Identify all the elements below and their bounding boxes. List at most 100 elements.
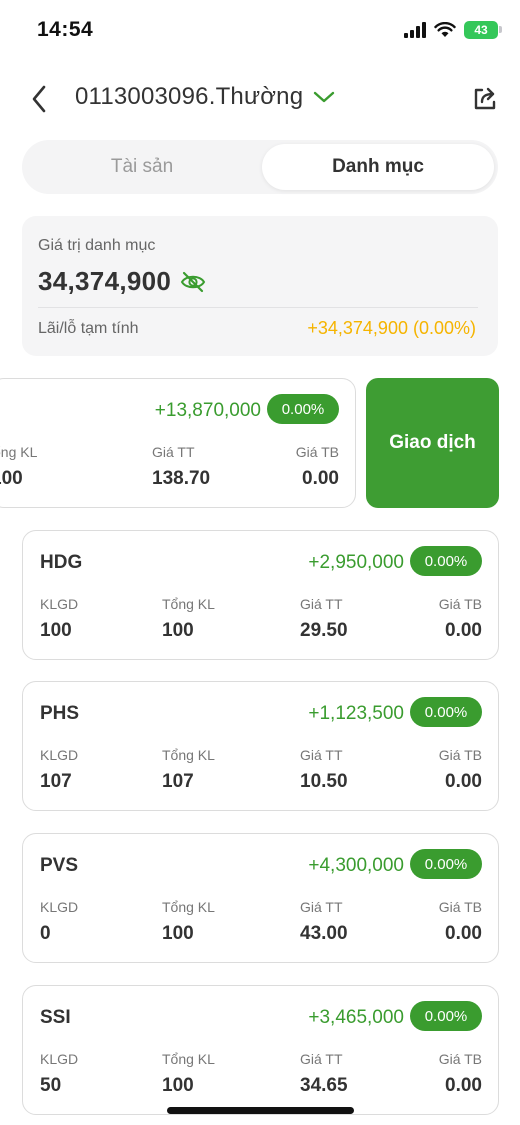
profit-loss-value: +34,374,900 (0.00%) [307,318,476,338]
holding-percent-badge: 0.00% [410,849,482,879]
avg-price-label: Giá TB [295,444,339,460]
total-qty-value: 100 [162,923,194,944]
klgd-label: KLGD [40,747,79,763]
avg-price-value: 0.00 [445,923,482,944]
holding-price-col: Giá TT 138.70 [152,444,210,490]
total-col: Tổng KL 107 [162,747,215,793]
status-icons: 43 [404,21,502,39]
klgd-value: 107 [40,771,72,792]
avg-price-value: 0.00 [445,1075,482,1096]
market-price-label: Giá TT [300,899,343,915]
account-title: 0113003096.Thường [75,83,304,110]
holding-total-col: ổng KL 100 [0,444,37,490]
holding-card[interactable]: SSI +3,465,000 0.00% KLGD 50 Tổng KL 100… [22,985,499,1115]
total-qty-label: ổng KL [0,444,38,460]
total-qty-label: Tổng KL [162,596,215,612]
chevron-down-icon [314,91,335,103]
account-selector[interactable]: 0113003096.Thường [75,83,335,111]
holding-percent-badge: 0.00% [410,546,482,576]
klgd-value: 0 [40,923,51,944]
avg-price-value: 0.00 [302,468,339,489]
share-icon [474,87,496,110]
holding-percent-badge: 0.00% [410,697,482,727]
holding-symbol: PVS [40,855,79,876]
klgd-label: KLGD [40,596,79,612]
chevron-left-icon [32,85,46,113]
market-price-value: 43.00 [300,923,348,944]
market-price-value: 138.70 [152,468,211,489]
total-col: Tổng KL 100 [162,1051,215,1097]
market-price-label: Giá TT [300,596,343,612]
holding-card[interactable]: PVS +4,300,000 0.00% KLGD 0 Tổng KL 100 … [22,833,499,963]
klgd-col: KLGD 50 [40,1051,78,1097]
holding-card[interactable]: PHS +1,123,500 0.00% KLGD 107 Tổng KL 10… [22,681,499,811]
avg-col: Giá TB 0.00 [439,747,482,793]
portfolio-summary-card: Giá trị danh mục 34,374,900 Lãi/lỗ tạm t… [22,216,498,356]
klgd-value: 100 [40,620,72,641]
summary-divider [38,307,478,308]
total-qty-value: 100 [162,1075,194,1096]
segmented-tabs: Tài sản Danh mục [22,140,498,194]
market-price-value: 10.50 [300,771,348,792]
total-qty-value: 100 [162,620,194,641]
holding-gain: +13,870,000 [154,400,261,421]
holding-gain: +3,465,000 [308,1007,404,1028]
holding-card-swiped[interactable]: +13,870,000 0.00% ổng KL 100 Giá TT 138.… [0,378,356,508]
status-time: 14:54 [37,18,94,41]
holding-symbol: SSI [40,1007,71,1028]
avg-price-label: Giá TB [438,1051,482,1067]
holding-symbol: HDG [40,552,83,573]
klgd-col: KLGD 0 [40,899,78,945]
avg-col: Giá TB 0.00 [439,596,482,642]
avg-price-value: 0.00 [445,620,482,641]
status-bar: 14:54 43 [0,0,520,62]
price-col: Giá TT 10.50 [300,747,348,793]
klgd-label: KLGD [40,899,79,915]
trade-button[interactable]: Giao dịch [366,378,499,508]
price-col: Giá TT 29.50 [300,596,348,642]
holding-card[interactable]: HDG +2,950,000 0.00% KLGD 100 Tổng KL 10… [22,530,499,660]
klgd-value: 50 [40,1075,62,1096]
holding-gain: +4,300,000 [308,855,404,876]
total-qty-label: Tổng KL [162,1051,215,1067]
avg-price-label: Giá TB [438,596,482,612]
holding-percent-badge: 0.00% [410,1001,482,1031]
holding-gain: +1,123,500 [308,703,404,724]
holding-symbol: PHS [40,703,80,724]
avg-col: Giá TB 0.00 [439,899,482,945]
back-button[interactable] [22,82,56,116]
profit-loss-label: Lãi/lỗ tạm tính [38,320,139,337]
header: 0113003096.Thường [0,74,520,124]
klgd-label: KLGD [40,1051,79,1067]
avg-price-label: Giá TB [438,747,482,763]
portfolio-value: 34,374,900 [38,266,172,296]
klgd-col: KLGD 107 [40,747,78,793]
cellular-signal-icon [404,22,426,38]
tab-portfolio[interactable]: Danh mục [262,144,494,190]
holding-percent-badge: 0.00% [267,394,339,424]
avg-col: Giá TB 0.00 [439,1051,482,1097]
price-col: Giá TT 34.65 [300,1051,348,1097]
holding-gain: +2,950,000 [308,552,404,573]
total-qty-value: 107 [162,771,194,792]
toggle-visibility-button[interactable] [179,268,207,296]
total-col: Tổng KL 100 [162,899,215,945]
market-price-label: Giá TT [300,747,343,763]
market-price-label: Giá TT [152,444,195,460]
holding-avg-col: Giá TB 0.00 [296,444,339,490]
home-indicator [167,1107,354,1114]
battery-icon: 43 [464,21,502,39]
share-button[interactable] [468,82,502,116]
avg-price-label: Giá TB [438,899,482,915]
market-price-value: 34.65 [300,1075,348,1096]
wifi-icon [434,22,456,37]
market-price-value: 29.50 [300,620,348,641]
market-price-label: Giá TT [300,1051,343,1067]
total-qty-label: Tổng KL [162,899,215,915]
price-col: Giá TT 43.00 [300,899,348,945]
eye-off-icon [180,271,206,292]
avg-price-value: 0.00 [445,771,482,792]
klgd-col: KLGD 100 [40,596,78,642]
tab-assets[interactable]: Tài sản [26,144,258,190]
portfolio-value-label: Giá trị danh mục [38,237,156,254]
